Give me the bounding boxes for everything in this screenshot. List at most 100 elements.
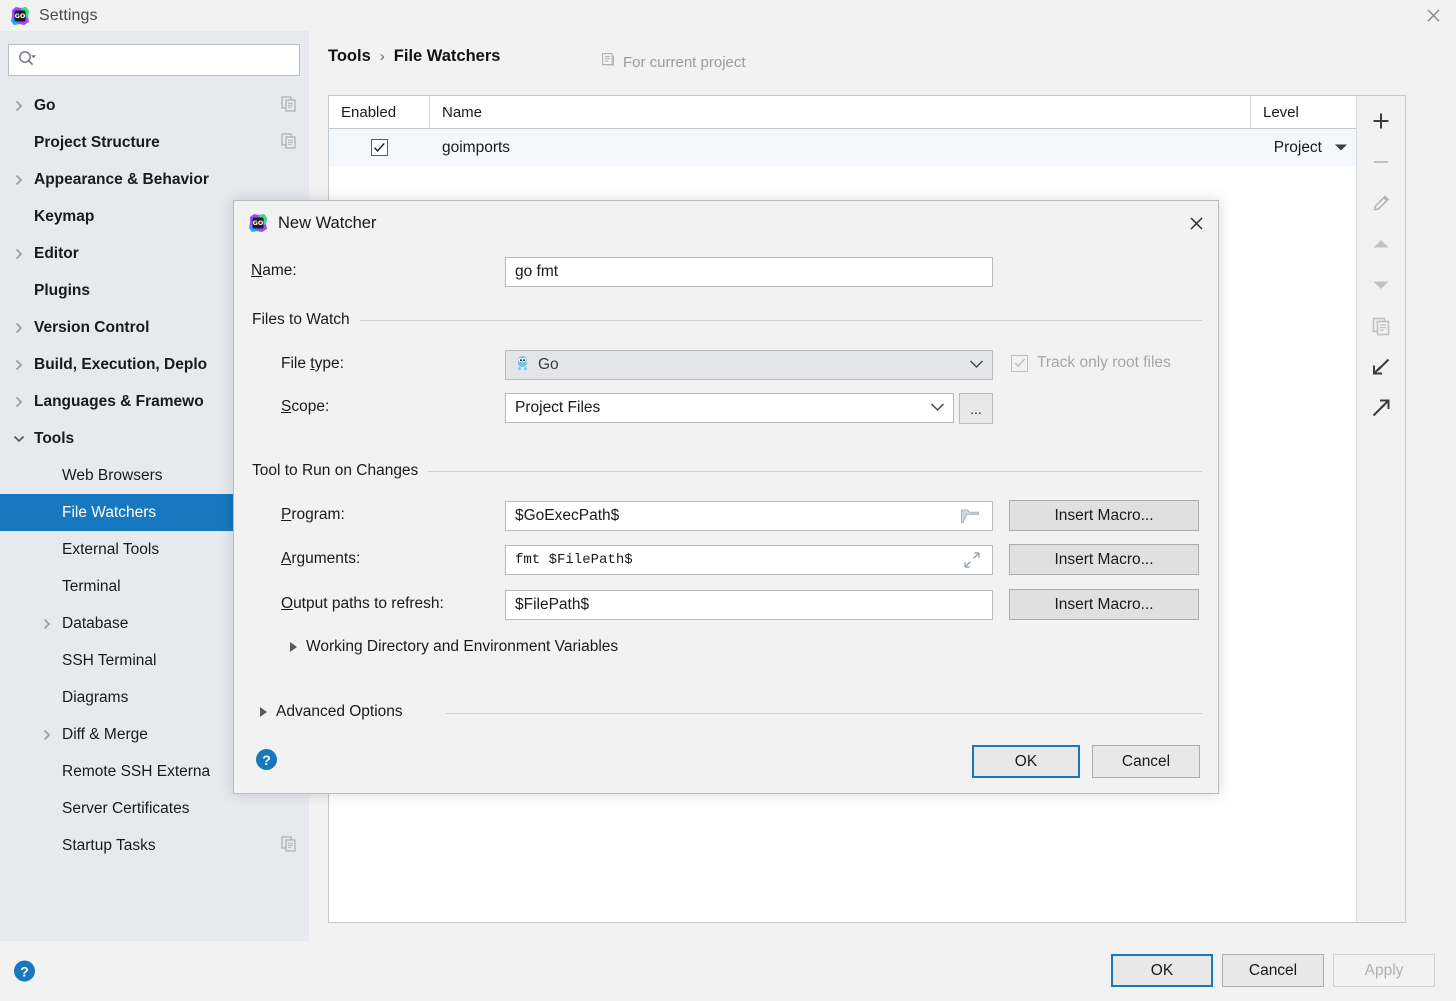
chevron-right-icon[interactable] [12, 173, 26, 187]
insert-macro-output-paths-button[interactable]: Insert Macro... [1009, 589, 1199, 620]
breadcrumb-separator: › [379, 48, 385, 65]
dialog-titlebar: GO New Watcher [234, 201, 1220, 245]
row-enabled-cell[interactable] [329, 129, 430, 166]
copy-icon[interactable] [281, 132, 297, 153]
move-up-button[interactable] [1360, 225, 1402, 263]
close-icon[interactable] [1172, 201, 1220, 245]
advanced-options-expander[interactable]: Advanced Options [260, 703, 403, 721]
search-box[interactable] [8, 44, 300, 76]
insert-macro-arguments-button[interactable]: Insert Macro... [1009, 544, 1199, 575]
add-button[interactable] [1360, 102, 1402, 140]
help-icon-glyph: ? [256, 749, 277, 770]
column-header-name[interactable]: Name [430, 96, 1251, 128]
close-icon[interactable] [1410, 0, 1456, 31]
chevron-right-icon[interactable] [12, 321, 26, 335]
working-directory-expander[interactable]: Working Directory and Environment Variab… [290, 638, 618, 656]
copy-icon[interactable] [281, 95, 297, 116]
ok-button[interactable]: OK [1111, 954, 1213, 987]
chevron-right-icon[interactable] [12, 99, 26, 113]
sidebar-item-server-certificates[interactable]: Server Certificates [0, 790, 309, 827]
new-watcher-dialog: GO New Watcher Name: Files to Watch File… [233, 200, 1219, 794]
search-input[interactable] [41, 51, 281, 69]
goland-icon: GO [248, 213, 268, 233]
scope-value: Project Files [515, 399, 601, 416]
sidebar-item-label: Server Certificates [62, 799, 190, 817]
breadcrumb-parent[interactable]: Tools [328, 47, 371, 66]
arguments-label-mnemonic: A [281, 550, 292, 567]
dialog-title: New Watcher [278, 213, 377, 232]
move-down-button[interactable] [1360, 266, 1402, 304]
row-name-cell[interactable]: goimports [430, 129, 1251, 166]
go-gopher-icon [515, 354, 530, 377]
row-level-cell[interactable]: Project [1251, 129, 1356, 166]
advanced-options-label: Advanced Options [276, 703, 403, 720]
arguments-input[interactable] [505, 545, 993, 575]
scope-note: For current project [602, 53, 746, 71]
track-only-root-files-label: Track only root files [1037, 354, 1171, 371]
breadcrumb: Tools › File Watchers [328, 47, 500, 66]
copy-icon[interactable] [281, 835, 297, 856]
remove-button[interactable] [1360, 143, 1402, 181]
insert-macro-program-button[interactable]: Insert Macro... [1009, 500, 1199, 531]
caret-down-icon[interactable] [1334, 139, 1348, 157]
file-type-combobox[interactable]: Go [505, 350, 993, 380]
cancel-button[interactable]: Cancel [1222, 954, 1324, 987]
sidebar-item-label: Web Browsers [62, 466, 163, 484]
sidebar-item-project-structure[interactable]: Project Structure [0, 124, 309, 161]
scope-label: Scope: [281, 398, 329, 416]
scope-combobox[interactable]: Project Files [505, 393, 954, 423]
chevron-right-icon[interactable] [12, 247, 26, 261]
sidebar-item-startup-tasks[interactable]: Startup Tasks [0, 827, 309, 864]
chevron-right-icon[interactable] [12, 395, 26, 409]
chevron-right-icon[interactable] [12, 358, 26, 372]
enabled-checkbox[interactable] [371, 139, 388, 156]
sidebar-item-label: Diagrams [62, 688, 129, 706]
sidebar-item-appearance-behavior[interactable]: Appearance & Behavior [0, 161, 309, 198]
chevron-down-icon[interactable] [930, 399, 945, 417]
copy-button[interactable] [1360, 307, 1402, 345]
sidebar-item-label: Go [34, 96, 56, 114]
output-paths-input[interactable] [505, 590, 993, 620]
file-type-label-pre: File [281, 355, 311, 372]
output-paths-label-post: utput paths to refresh: [293, 595, 444, 612]
dialog-help-icon[interactable]: ? [256, 749, 277, 770]
sidebar-item-label: File Watchers [62, 503, 157, 521]
chevron-down-icon[interactable] [12, 432, 26, 446]
apply-button[interactable]: Apply [1333, 954, 1435, 987]
column-header-level[interactable]: Level [1251, 96, 1356, 128]
export-icon[interactable] [1360, 389, 1402, 427]
program-input[interactable] [505, 501, 993, 531]
sidebar-item-label: Project Structure [34, 133, 160, 151]
files-to-watch-legend: Files to Watch [252, 311, 350, 328]
name-input[interactable] [505, 257, 993, 287]
dialog-cancel-button[interactable]: Cancel [1092, 745, 1200, 778]
chevron-right-icon[interactable] [40, 728, 54, 742]
dialog-footer: ? OK Cancel Apply [0, 941, 1456, 1001]
help-icon[interactable]: ? [14, 960, 35, 982]
section-divider [428, 470, 1202, 472]
expand-diagonal-icon[interactable] [963, 551, 981, 573]
svg-text:GO: GO [15, 12, 26, 20]
import-icon[interactable] [1360, 348, 1402, 386]
chevron-down-icon[interactable] [969, 356, 984, 374]
edit-button[interactable] [1360, 184, 1402, 222]
dialog-ok-button[interactable]: OK [972, 745, 1080, 778]
track-only-root-files-checkbox[interactable]: Track only root files [1011, 354, 1171, 372]
table-row[interactable]: goimports Project [329, 129, 1356, 166]
output-paths-label: Output paths to refresh: [281, 595, 444, 613]
scope-browse-button[interactable]: ... [959, 393, 993, 424]
folder-icon[interactable] [960, 507, 982, 529]
sidebar-item-label: Appearance & Behavior [34, 170, 209, 188]
scope-note-text: For current project [623, 53, 746, 71]
sidebar-item-label: Build, Execution, Deplo [34, 355, 208, 373]
program-label-post: rogram: [291, 506, 345, 523]
chevron-right-icon[interactable] [40, 617, 54, 631]
sidebar-item-go[interactable]: Go [0, 87, 309, 124]
arguments-label-post: rguments: [291, 550, 361, 567]
sidebar-item-label: Editor [34, 244, 79, 262]
column-header-enabled[interactable]: Enabled [329, 96, 430, 128]
